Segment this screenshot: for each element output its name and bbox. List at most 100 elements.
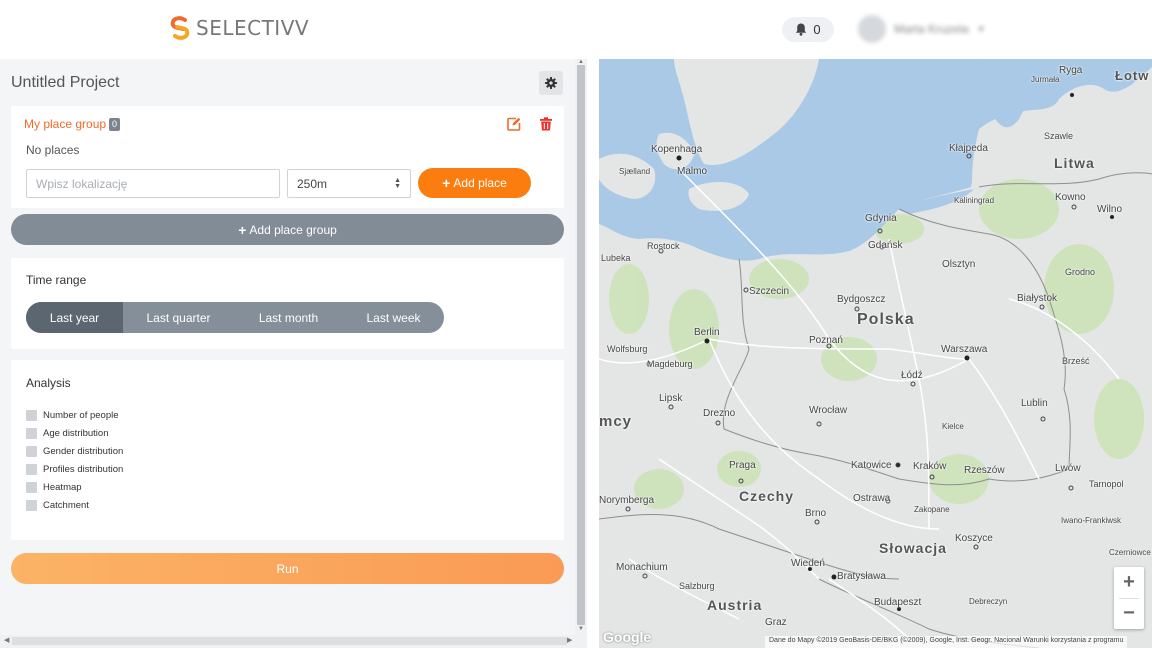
map-city-label: Berlin: [694, 327, 720, 338]
chevron-down-icon: ▼: [976, 24, 986, 34]
add-place-button[interactable]: + Add place: [418, 168, 531, 198]
time-option-last-month[interactable]: Last month: [234, 302, 343, 333]
scroll-down-icon[interactable]: ▼: [578, 626, 584, 632]
map-country-label: Litwa: [1054, 155, 1095, 171]
radius-select[interactable]: 250m ▲ ▼: [287, 169, 411, 198]
map-city-label: Lipsk: [659, 393, 683, 404]
notifications-button[interactable]: 0: [782, 17, 834, 42]
analysis-option-label: Heatmap: [43, 482, 82, 493]
map-city-label: Zakopane: [914, 505, 950, 514]
analysis-option-label: Gender distribution: [43, 446, 124, 457]
analysis-option[interactable]: Gender distribution: [26, 446, 123, 457]
trash-icon[interactable]: [540, 117, 552, 131]
map-city-label: Szczecin: [749, 286, 790, 297]
analysis-option[interactable]: Heatmap: [26, 482, 82, 493]
analysis-option-label: Age distribution: [43, 428, 109, 439]
map-country-label: Słowacja: [879, 540, 947, 556]
time-range-segmented-control: Last year Last quarter Last month Last w…: [26, 302, 444, 333]
map-city-label: Salzburg: [679, 581, 715, 591]
add-place-group-button[interactable]: + Add place group: [11, 214, 564, 245]
analysis-option[interactable]: Profiles distribution: [26, 464, 123, 475]
checkbox[interactable]: [26, 500, 37, 511]
checkbox[interactable]: [26, 428, 37, 439]
zoom-control: + −: [1114, 567, 1144, 629]
google-logo: Google: [603, 629, 652, 645]
scrollbar-thumb[interactable]: [12, 637, 567, 645]
analysis-option[interactable]: Catchment: [26, 500, 89, 511]
map-city-label: Debreczyn: [969, 597, 1008, 606]
map-city-label: Bratysława: [837, 571, 886, 582]
analysis-option-label: Profiles distribution: [43, 464, 124, 475]
analysis-option-label: Catchment: [43, 500, 89, 511]
map-city-label: Białystok: [1017, 293, 1058, 304]
map-city-label: Malmo: [677, 166, 708, 177]
map-country-label: mcy: [599, 413, 633, 430]
analysis-title: Analysis: [26, 376, 71, 390]
vertical-scrollbar[interactable]: ▲ ▼: [575, 59, 587, 635]
radius-value: 250m: [297, 176, 328, 191]
map-city-label: Czerniowce: [1109, 548, 1151, 557]
checkbox[interactable]: [26, 410, 37, 421]
map-country-label: Austria: [707, 597, 763, 613]
checkbox[interactable]: [26, 464, 37, 475]
map-city-label: Iwano-Frankiwsk: [1061, 516, 1122, 525]
map-city-label: Graz: [765, 617, 787, 628]
time-option-last-week[interactable]: Last week: [343, 302, 444, 333]
scroll-right-icon[interactable]: ▶: [567, 636, 572, 644]
map-city-label: Ryga: [1059, 65, 1083, 76]
time-range-card: Time range Last year Last quarter Last m…: [11, 258, 564, 349]
map-city-label: Magdeburg: [647, 359, 693, 369]
time-option-last-year[interactable]: Last year: [26, 302, 123, 333]
map-city-label: Rzeszów: [964, 465, 1005, 476]
zoom-in-button[interactable]: +: [1114, 567, 1144, 597]
user-menu[interactable]: Marta Kruzela ▼: [858, 15, 986, 43]
analysis-option-label: Number of people: [43, 410, 119, 421]
run-button[interactable]: Run: [11, 553, 564, 584]
time-range-title: Time range: [26, 273, 87, 287]
map-view[interactable]: Kopenhaga Malmo Gdynia Gdańsk Szczecin B…: [599, 59, 1152, 648]
map-city-label: Gdynia: [865, 213, 897, 224]
map-city-label: Poznań: [809, 335, 843, 346]
map-city-label: Bydgoszcz: [837, 294, 886, 305]
map-city-label: Olsztyn: [942, 259, 976, 270]
user-name: Marta Kruzela: [894, 22, 969, 36]
scroll-left-icon[interactable]: ◀: [4, 636, 9, 644]
map-city-label: Wiedeń: [791, 558, 825, 569]
analysis-option[interactable]: Age distribution: [26, 428, 108, 439]
edit-icon[interactable]: [507, 117, 521, 131]
brand-name: SELECTIVV: [196, 16, 310, 40]
plus-icon: +: [442, 175, 451, 191]
horizontal-scrollbar[interactable]: ◀ ▶: [0, 635, 587, 648]
plus-icon: +: [238, 221, 247, 238]
place-count-badge: 0: [109, 117, 121, 131]
map-country-label: Polska: [857, 311, 915, 328]
map-attribution[interactable]: Dane do Mapy ©2019 GeoBasis-DE/BKG (©200…: [765, 636, 1128, 648]
zoom-out-button[interactable]: −: [1114, 598, 1144, 628]
no-places-text: No places: [26, 143, 80, 157]
settings-button[interactable]: [539, 71, 563, 95]
checkbox[interactable]: [26, 446, 37, 457]
map-city-label: Kowno: [1055, 192, 1086, 203]
analysis-option[interactable]: Number of people: [26, 410, 119, 421]
scrollbar-thumb[interactable]: [577, 65, 585, 625]
checkbox[interactable]: [26, 482, 37, 493]
map-country-label: Łotw: [1115, 68, 1150, 83]
map-city-label: Drezno: [703, 408, 736, 419]
map-city-label: Grodno: [1065, 267, 1096, 277]
map-city-label: Wilno: [1097, 204, 1123, 215]
map-city-label: Tarnopol: [1089, 479, 1124, 489]
map-city-label: Brześć: [1062, 356, 1090, 366]
add-place-label: Add place: [453, 176, 507, 190]
bell-icon: [796, 23, 807, 36]
map-city-label: Brno: [805, 508, 827, 519]
time-option-last-quarter[interactable]: Last quarter: [123, 302, 234, 333]
page-title[interactable]: Untitled Project: [11, 74, 120, 92]
location-input[interactable]: [26, 169, 280, 198]
place-group-title[interactable]: My place group 0: [24, 117, 121, 131]
map-city-label: Szawle: [1044, 131, 1074, 141]
map-city-label: Rostock: [647, 241, 680, 251]
map-city-label: Ostrawa: [853, 493, 891, 504]
map-city-label: Kopenhaga: [651, 144, 703, 155]
map-city-label: Praga: [729, 460, 756, 471]
brand-logo[interactable]: SELECTIVV: [167, 15, 309, 41]
